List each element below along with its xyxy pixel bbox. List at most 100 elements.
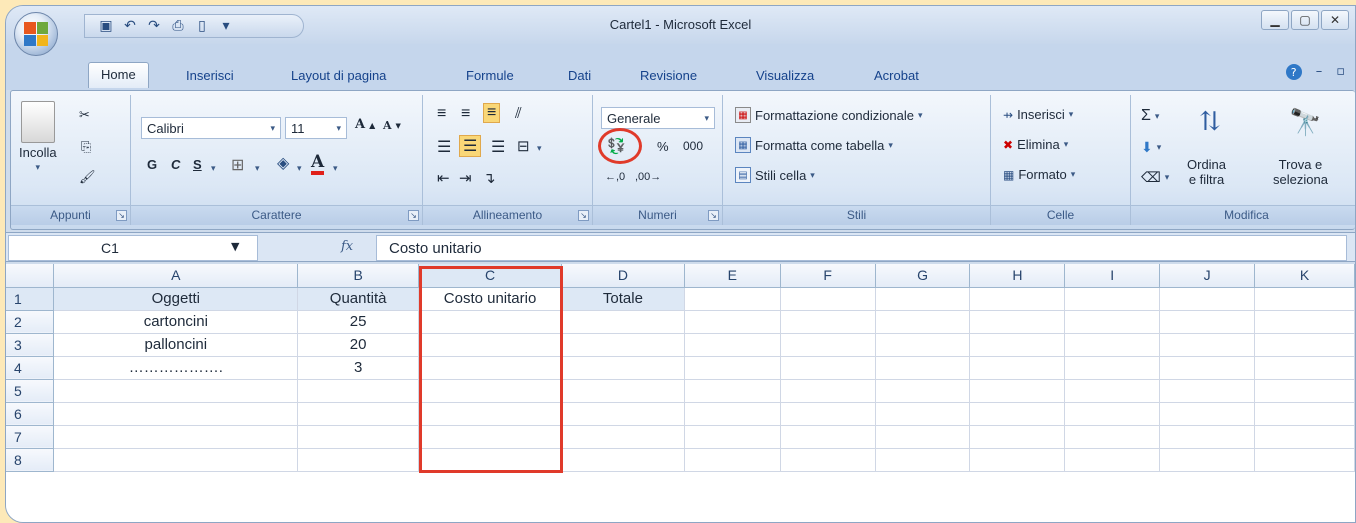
cell[interactable]: [418, 379, 563, 403]
tab-formulas[interactable]: Formule: [466, 68, 514, 83]
row-header[interactable]: 4: [6, 356, 55, 380]
sort-filter-icon[interactable]: ⇅: [1199, 107, 1221, 137]
column-header[interactable]: B: [297, 264, 420, 288]
increase-decimal-icon[interactable]: ←,0: [605, 171, 625, 183]
cell[interactable]: [1064, 425, 1161, 449]
cell-A2[interactable]: cartoncini: [53, 310, 299, 334]
cell[interactable]: [969, 310, 1066, 334]
font-color-icon[interactable]: A: [311, 153, 325, 175]
cell[interactable]: [561, 402, 685, 426]
merge-center-icon[interactable]: ⊟: [517, 137, 530, 155]
cell-B1[interactable]: Quantità: [297, 287, 420, 311]
shrink-font-icon[interactable]: A ▼: [383, 119, 401, 132]
minimize-button[interactable]: ▁: [1261, 10, 1289, 30]
cell[interactable]: [1159, 379, 1256, 403]
clipboard-launcher[interactable]: ↘: [116, 210, 127, 221]
cell-D2[interactable]: [561, 310, 685, 334]
align-bottom-icon[interactable]: ≡: [483, 103, 501, 123]
cell[interactable]: [297, 379, 420, 403]
cell-styles-button[interactable]: ▤ Stili cella ▾: [735, 167, 815, 183]
format-painter-icon[interactable]: 🖌: [79, 169, 96, 185]
column-header[interactable]: J: [1159, 264, 1256, 288]
cell[interactable]: [780, 333, 876, 357]
increase-indent-icon[interactable]: ⇥: [459, 169, 472, 187]
cell[interactable]: [780, 356, 876, 380]
row-header[interactable]: 5: [6, 379, 55, 403]
grow-font-icon[interactable]: A ▲: [355, 117, 375, 132]
cell[interactable]: [684, 287, 781, 311]
decrease-indent-icon[interactable]: ⇤: [437, 169, 450, 187]
cell[interactable]: [1254, 402, 1355, 426]
cell[interactable]: [1254, 333, 1355, 357]
conditional-formatting-button[interactable]: ▦ Formattazione condizionale ▾: [735, 107, 923, 123]
row-header[interactable]: 3: [6, 333, 55, 357]
autosum-icon[interactable]: Σ ▾: [1141, 107, 1159, 125]
underline-button[interactable]: S: [193, 157, 202, 172]
cell[interactable]: [969, 356, 1066, 380]
office-button[interactable]: [14, 12, 58, 56]
row-header[interactable]: 2: [6, 310, 55, 334]
cell[interactable]: [1064, 402, 1161, 426]
tab-review[interactable]: Revisione: [640, 68, 697, 83]
row-header[interactable]: 6: [6, 402, 55, 426]
align-right-icon[interactable]: ☰: [491, 137, 505, 157]
cell[interactable]: [561, 425, 685, 449]
cell-B3[interactable]: 20: [297, 333, 420, 357]
cell-C4[interactable]: [418, 356, 563, 380]
fill-icon[interactable]: ⬇ ▾: [1141, 139, 1161, 156]
column-header[interactable]: A: [53, 264, 299, 288]
font-size-select[interactable]: 11 ▾: [285, 117, 347, 139]
cell[interactable]: [684, 310, 781, 334]
cell[interactable]: [1064, 379, 1161, 403]
cell[interactable]: [418, 448, 563, 472]
cell[interactable]: [780, 379, 876, 403]
column-header[interactable]: D: [561, 264, 685, 288]
cell[interactable]: [1254, 310, 1355, 334]
cell[interactable]: [969, 379, 1066, 403]
cell[interactable]: [53, 425, 299, 449]
cell[interactable]: [969, 333, 1066, 357]
percent-button[interactable]: %: [657, 139, 669, 154]
cell-C1[interactable]: Costo unitario: [418, 287, 563, 311]
cell[interactable]: [1064, 310, 1161, 334]
cell[interactable]: [684, 379, 781, 403]
cell[interactable]: [684, 402, 781, 426]
close-button[interactable]: ✕: [1321, 10, 1349, 30]
cell[interactable]: [297, 402, 420, 426]
insert-cells-button[interactable]: ⇸ Inserisci ▾: [1003, 107, 1073, 122]
insert-function-icon[interactable]: fx: [341, 239, 353, 254]
orientation-icon[interactable]: ⫽: [515, 105, 522, 122]
row-header[interactable]: 1: [6, 287, 55, 311]
cell[interactable]: [297, 448, 420, 472]
align-middle-icon[interactable]: ≡: [461, 105, 470, 123]
column-header[interactable]: G: [875, 264, 971, 288]
cell[interactable]: [780, 448, 876, 472]
cell[interactable]: [875, 425, 971, 449]
cell[interactable]: [1254, 425, 1355, 449]
cell[interactable]: [875, 333, 971, 357]
font-launcher[interactable]: ↘: [408, 210, 419, 221]
cell-C3[interactable]: [418, 333, 563, 357]
cell[interactable]: [969, 287, 1066, 311]
format-cells-button[interactable]: ▦ Formato ▾: [1003, 167, 1075, 182]
tab-page-layout[interactable]: Layout di pagina: [291, 68, 386, 83]
cell-A1[interactable]: Oggetti: [53, 287, 299, 311]
cell[interactable]: [1064, 287, 1161, 311]
column-header[interactable]: E: [684, 264, 781, 288]
align-left-icon[interactable]: ☰: [437, 137, 451, 157]
row-header[interactable]: 7: [6, 425, 55, 449]
cell[interactable]: [1064, 333, 1161, 357]
cell[interactable]: [780, 287, 876, 311]
cell-D4[interactable]: [561, 356, 685, 380]
decrease-decimal-icon[interactable]: ,00→: [635, 171, 661, 183]
cell[interactable]: [53, 379, 299, 403]
tab-insert[interactable]: Inserisci: [186, 68, 234, 83]
cell[interactable]: [969, 402, 1066, 426]
cell-B4[interactable]: 3: [297, 356, 420, 380]
cell[interactable]: [875, 379, 971, 403]
tab-home[interactable]: Home: [88, 62, 149, 88]
help-icon[interactable]: ?: [1285, 64, 1302, 80]
cell[interactable]: [684, 333, 781, 357]
cell[interactable]: [1254, 448, 1355, 472]
column-header[interactable]: F: [780, 264, 876, 288]
